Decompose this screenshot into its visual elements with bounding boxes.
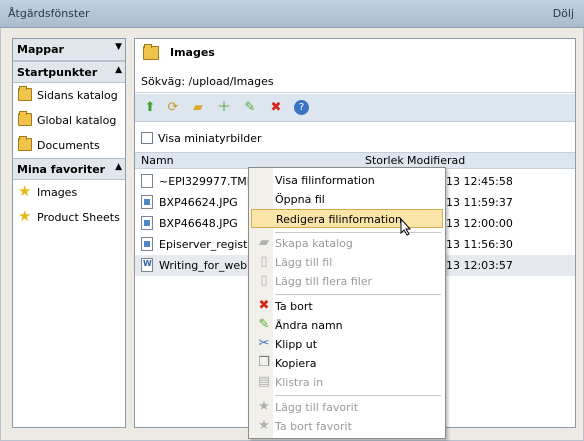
section-mina-favoriter[interactable]: Mina favoriter ▲	[13, 158, 125, 180]
menu-separator	[275, 294, 441, 295]
paste-icon: ▤	[257, 374, 271, 389]
add-file-icon: ▯	[260, 254, 268, 269]
sidebar-item-documents[interactable]: Documents	[13, 133, 125, 158]
menu-item-edit-file-info[interactable]: Redigera filinformation	[251, 209, 443, 228]
star-icon: ★	[18, 207, 32, 225]
file-icon	[141, 174, 153, 188]
star-add-icon: ★	[258, 399, 270, 414]
image-file-icon	[141, 216, 153, 230]
menu-item-add-file: ▯ Lägg till fil	[251, 253, 443, 272]
menu-item-cut[interactable]: ✂ Klipp ut	[251, 335, 443, 354]
menu-separator	[275, 232, 441, 233]
folder-refresh-icon[interactable]: ⟳	[164, 99, 182, 117]
hide-link[interactable]: Dölj	[553, 7, 574, 20]
menu-item-add-favorite: ★ Lägg till favorit	[258, 399, 359, 415]
menu-item-rename[interactable]: ✎ Ändra namn	[251, 316, 443, 335]
window-title: Åtgärdsfönster	[8, 7, 90, 20]
menu-item-create-folder: ▰ Skapa katalog	[259, 235, 353, 251]
add-files-icon: ▯	[260, 273, 268, 288]
menu-item-copy[interactable]: ❐ Kopiera	[251, 354, 443, 373]
delete-icon: ✖	[258, 298, 270, 313]
show-thumbnails-checkbox[interactable]	[141, 132, 153, 144]
mouse-cursor-icon	[400, 218, 412, 236]
folder-icon	[143, 44, 159, 60]
new-folder-icon[interactable]: ▰	[189, 99, 207, 117]
sidebar-item-sidans-katalog[interactable]: Sidans katalog	[13, 83, 125, 108]
folder-icon	[18, 136, 32, 151]
chevron-up-icon[interactable]: ▲	[115, 162, 122, 172]
menu-item-add-multiple-files: ▯ Lägg till flera filer	[251, 272, 443, 291]
column-modified[interactable]: Modifierad	[407, 154, 465, 167]
chevron-up-icon[interactable]: ▲	[115, 65, 122, 75]
pencil-icon: ✎	[258, 317, 270, 332]
window-titlebar: Åtgärdsfönster Dölj	[0, 0, 584, 28]
menu-item-open-file[interactable]: Öppna fil	[251, 190, 443, 209]
breadcrumb: Sökväg: /upload/Images	[141, 75, 274, 88]
sidebar-item-global-katalog[interactable]: Global katalog	[13, 108, 125, 133]
image-file-icon	[141, 195, 153, 209]
folder-header: Images Sökväg: /upload/Images	[135, 39, 575, 93]
column-size[interactable]: Storlek	[365, 154, 404, 167]
menu-separator	[275, 395, 441, 396]
toolbar: ⬆ ⟳ ▰ ＋ ✎ ✖ ?	[135, 94, 575, 122]
add-file-icon[interactable]: ＋	[215, 99, 233, 117]
copy-icon: ❐	[258, 355, 270, 370]
sidebar-item-images[interactable]: ★ Images	[13, 180, 125, 205]
folder-icon	[18, 86, 32, 101]
rename-pencil-icon[interactable]: ✎	[241, 99, 259, 117]
delete-icon[interactable]: ✖	[267, 99, 285, 117]
star-remove-icon: ★	[258, 418, 270, 433]
sidebar-item-product-sheets[interactable]: ★ Product Sheets	[13, 205, 125, 230]
help-icon[interactable]: ?	[294, 100, 309, 115]
folder-up-icon[interactable]: ⬆	[141, 99, 159, 117]
image-file-icon	[141, 237, 153, 251]
new-folder-icon: ▰	[259, 235, 269, 250]
chevron-down-icon[interactable]: ▼	[115, 42, 122, 52]
section-mappar[interactable]: Mappar ▼	[13, 39, 125, 61]
scissors-icon: ✂	[258, 336, 270, 351]
menu-item-paste: ▤ Klistra in	[257, 374, 324, 390]
context-menu: Visa filinformation Öppna fil Redigera f…	[248, 167, 446, 439]
folder-icon	[18, 111, 32, 126]
menu-item-show-file-info[interactable]: Visa filinformation	[251, 171, 443, 190]
menu-item-delete[interactable]: ✖ Ta bort	[251, 297, 443, 316]
word-file-icon	[141, 258, 153, 272]
page-title: Images	[170, 46, 215, 59]
section-startpunkter[interactable]: Startpunkter ▲	[13, 61, 125, 83]
column-name[interactable]: Namn	[141, 154, 174, 167]
sidebar: Mappar ▼ Startpunkter ▲ Sidans katalog G…	[12, 38, 126, 428]
star-icon: ★	[18, 182, 32, 200]
menu-item-remove-favorite: ★ Ta bort favorit	[258, 418, 352, 434]
